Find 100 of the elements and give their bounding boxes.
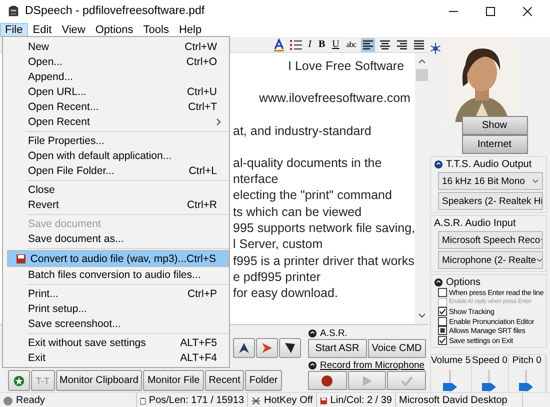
menu-item[interactable]: Append... (3, 69, 229, 84)
menu-item[interactable]: Open URL... Ctrl+U (3, 84, 229, 99)
menu-item[interactable]: Exit without save settings ALT+F5 (3, 335, 229, 350)
maximize-icon[interactable] (486, 6, 495, 16)
format-button[interactable]: I (306, 38, 314, 52)
side-button[interactable]: Internet (462, 135, 528, 154)
menu-item[interactable]: Help (174, 22, 207, 36)
checkbox[interactable] (438, 326, 447, 336)
slider-thumb[interactable] (442, 383, 457, 391)
format-button[interactable]: B (316, 38, 328, 52)
dropdown[interactable]: Microsoft Speech Reco (438, 231, 543, 249)
arrow-button[interactable] (233, 338, 255, 358)
align-left-icon[interactable] (361, 38, 375, 52)
close-icon[interactable] (523, 6, 532, 16)
status-text: Ready (16, 395, 45, 406)
menu-item[interactable]: New Ctrl+W (3, 39, 229, 54)
toolbar-button[interactable]: Monitor File (143, 370, 204, 391)
toolbar-button[interactable]: Recent (204, 370, 244, 391)
arrow-button[interactable] (279, 338, 301, 358)
document-text-line: for easy download. (233, 285, 339, 302)
indicator-icon (308, 328, 317, 338)
arrow-down-icon (284, 342, 296, 354)
slider-thumb[interactable] (482, 383, 496, 391)
floppy-icon (16, 254, 26, 264)
menu-item[interactable]: Edit (28, 22, 57, 36)
slider-label: Volume 5 (431, 355, 471, 366)
indicator-icon (308, 360, 317, 370)
document-text-line: nterface (233, 171, 280, 188)
menu-item[interactable]: Revert Ctrl+R (3, 197, 229, 212)
toolbar-button[interactable]: Folder (245, 370, 282, 391)
scroll-up-icon[interactable] (418, 57, 426, 65)
star-icon (13, 374, 25, 386)
menu-item[interactable]: Open Recent... Ctrl+T (3, 99, 229, 114)
menu-item[interactable]: Open with default application... (3, 148, 229, 163)
scroll-thumb[interactable] (416, 69, 428, 81)
menu-item[interactable]: Save screenshoot... (3, 316, 229, 331)
document-text-line: electing the "print" command (233, 187, 393, 204)
checkbox[interactable] (438, 336, 447, 345)
section-label: A.S.R. Audio Input (434, 218, 516, 228)
menu-item[interactable]: Open... Ctrl+O (3, 54, 229, 69)
menu-item[interactable]: File (0, 22, 28, 36)
align-right-icon[interactable] (395, 38, 409, 52)
menu-item[interactable]: Open Recent (3, 114, 229, 129)
checkmark-icon (400, 374, 413, 386)
document-text-line: al-quality documents in the (233, 154, 383, 172)
format-button[interactable]: abc (344, 38, 358, 52)
dropdown[interactable]: Microphone (2- Realte (438, 251, 543, 269)
snowflake-icon[interactable] (430, 43, 441, 54)
section-label: Record from Microphone (320, 360, 425, 370)
floppy-icon (320, 396, 328, 406)
menu-item[interactable]: File Properties... (3, 133, 229, 148)
app-icon (7, 4, 20, 18)
slider-label: Pitch 0 (512, 355, 542, 366)
scroll-down-icon[interactable] (418, 312, 426, 320)
menu-item[interactable]: Batch files conversion to audio files... (3, 267, 229, 282)
indicator-icon (434, 160, 443, 168)
slider-label: Speed 0 (472, 355, 508, 366)
document-text-line: I Love Free Software (287, 58, 406, 74)
toolbar-button[interactable]: Monitor Clipboard (56, 370, 142, 391)
window-title: DSpeech - pdfilovefreesoftware.pdf (25, 5, 205, 17)
menu-item[interactable]: Print setup... (3, 301, 229, 316)
justify-icon[interactable] (412, 38, 426, 52)
font-color-icon[interactable] (272, 38, 286, 52)
dropdown[interactable]: Speakers (2- Realtek Hi (438, 192, 543, 210)
document-text-line: l Server, custom (233, 236, 324, 253)
menu-item[interactable]: Convert to audio file (wav, mp3)...Ctrl+S (7, 250, 229, 267)
menu-item[interactable]: Options (90, 22, 138, 36)
record-button[interactable] (308, 371, 347, 390)
document-text-line: 995 supports network file saving, (233, 220, 416, 236)
status-text: Pos/Len: 171 / 15913 (148, 395, 244, 406)
document-text-line: www.ilovefreesoftware.com (258, 90, 412, 107)
slider-thumb[interactable] (518, 383, 533, 391)
menu-item[interactable]: Close (3, 182, 229, 197)
asr-button[interactable]: Start ASR (308, 339, 366, 358)
scrollbar[interactable] (415, 53, 428, 324)
menu-item[interactable]: Print... Ctrl+P (3, 286, 229, 301)
asr-button[interactable]: Voice CMD (368, 339, 426, 358)
menu-item[interactable]: View (56, 22, 90, 36)
checkbox[interactable] (438, 316, 447, 326)
menu-item[interactable]: Exit ALT+F4 (3, 350, 229, 365)
checkbox[interactable] (438, 307, 447, 316)
arrow-right-icon (261, 342, 273, 354)
checkbox[interactable] (438, 288, 447, 298)
menu-item[interactable]: Open File Folder... Ctrl+L (3, 163, 229, 178)
star-button[interactable] (8, 370, 30, 391)
menu-item[interactable]: Tools (138, 22, 174, 36)
section-label: Options (446, 276, 480, 288)
section-label: A.S.R. (320, 328, 348, 338)
record-icon (321, 374, 334, 386)
status-icon (3, 396, 13, 406)
format-button[interactable]: U (330, 38, 342, 52)
align-center-icon[interactable] (378, 38, 392, 52)
menu-item[interactable]: Save document as... (3, 231, 229, 246)
side-button[interactable]: Show (462, 116, 528, 135)
document-text-line: e pdf995 printer (233, 268, 322, 286)
document-text-line: f995 is a printer driver that works (233, 252, 416, 269)
dropdown[interactable]: 16 kHz 16 Bit Mono (438, 172, 543, 190)
list-icon[interactable] (289, 38, 304, 52)
keyboard-icon (251, 396, 261, 406)
play-icon (361, 374, 373, 386)
